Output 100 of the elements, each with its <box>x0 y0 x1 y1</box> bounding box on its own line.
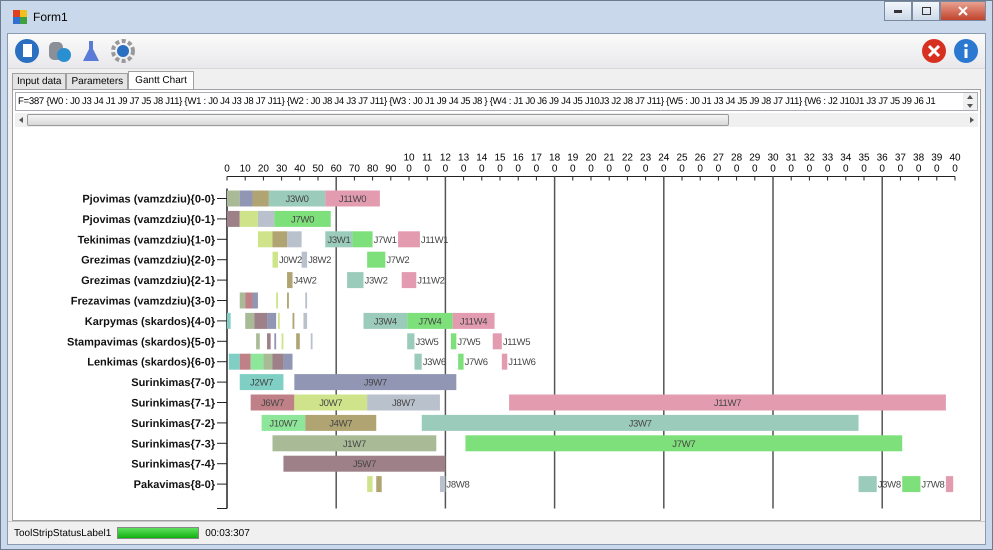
row-label: Pakavimas{8-0} <box>134 479 215 492</box>
maximize-button[interactable] <box>912 1 940 21</box>
task-label: J10W7 <box>269 418 298 430</box>
task-label: J11W0 <box>338 194 366 205</box>
row-label: Surinkimas{7-0} <box>131 377 215 390</box>
tick-label: 360 <box>876 152 889 174</box>
tick-label: 340 <box>839 152 852 174</box>
task-label: J3W4 <box>374 316 397 328</box>
task-label: J11W2 <box>417 276 445 287</box>
task-label: J11W7 <box>714 398 742 409</box>
task-label: J8W2 <box>308 255 332 266</box>
gear-icon[interactable] <box>110 38 136 64</box>
tick-label: 120 <box>438 152 452 174</box>
close-icon[interactable] <box>921 38 947 64</box>
tick-label: 170 <box>530 152 543 174</box>
task-label: J2W7 <box>250 378 274 389</box>
tick-label: 110 <box>420 152 434 174</box>
task-label: J4W7 <box>329 418 352 430</box>
horizontal-scrollbar[interactable] <box>15 113 978 127</box>
tick-label: 70 <box>348 164 361 174</box>
row-label: Karpymas (skardos){4-0} <box>84 316 215 328</box>
app-icon <box>13 10 27 24</box>
tick-label: 380 <box>912 152 926 174</box>
minimize-button[interactable] <box>884 1 912 21</box>
row-label: Frezavimas (vamzdziu){3-0} <box>70 296 215 308</box>
tick-label: 390 <box>930 152 944 174</box>
tick-label: 150 <box>494 152 506 174</box>
tick-label: 370 <box>894 152 907 174</box>
scroll-right-icon[interactable] <box>970 117 974 123</box>
row-label: Pjovimas (vamzdziu){0-0} <box>82 194 215 206</box>
task-label: J7W4 <box>418 316 442 328</box>
close-button[interactable] <box>940 1 986 21</box>
tick-label: 40 <box>293 164 306 174</box>
tab[interactable]: Parameters <box>66 73 128 89</box>
tick-label: 260 <box>694 152 707 174</box>
tick-label: 240 <box>657 152 670 174</box>
info-icon[interactable] <box>953 38 979 64</box>
task-label: J3W5 <box>415 336 439 348</box>
row-label: Grezimas (vamzdziu){2-1} <box>81 275 215 288</box>
scroll-up-icon[interactable] <box>967 95 973 100</box>
task-label: J7W0 <box>290 214 314 226</box>
tick-label: 160 <box>512 152 525 174</box>
scroll-left-icon[interactable] <box>19 117 23 123</box>
tick-label: 10 <box>238 164 252 174</box>
tick-label: 220 <box>620 152 634 174</box>
tick-label: 80 <box>366 164 380 174</box>
tick-label: 250 <box>676 152 688 174</box>
tick-label: 210 <box>602 152 616 174</box>
task-label: J7W8 <box>921 480 945 491</box>
close-icon <box>958 6 968 16</box>
window-title: Form1 <box>33 10 68 24</box>
row-label: Grezimas (vamzdziu){2-0} <box>81 254 215 267</box>
status-label: ToolStripStatusLabel1 <box>14 528 112 538</box>
minimize-icon <box>894 10 902 12</box>
scroll-down-icon[interactable] <box>967 104 973 108</box>
tick-label: 290 <box>748 152 762 174</box>
tick-label: 230 <box>639 152 652 174</box>
row-label: Pjovimas (vamzdziu){0-1} <box>82 214 215 226</box>
row-label: Surinkimas{7-2} <box>131 418 215 430</box>
task-label: J6W7 <box>260 398 284 409</box>
tick-label: 50 <box>312 164 324 174</box>
tick-label: 310 <box>784 152 798 174</box>
task-label: J7W6 <box>464 357 488 368</box>
row-label: Lenkimas (skardos){6-0} <box>87 356 215 369</box>
tick-label: 300 <box>766 152 780 174</box>
tick-label: 330 <box>821 152 834 174</box>
task-label: J5W7 <box>352 459 376 470</box>
task-label: J7W5 <box>457 336 480 348</box>
row-label: Stampavimas (skardos){5-0} <box>67 336 215 348</box>
task-label: J3W0 <box>286 194 309 205</box>
tick-label: 20 <box>256 164 270 174</box>
task-label: J7W1 <box>374 234 397 246</box>
tab[interactable]: Gantt Chart <box>128 71 194 89</box>
task-label: J7W7 <box>672 438 696 450</box>
tick-label: 270 <box>712 152 725 174</box>
tick-label: 200 <box>584 152 598 174</box>
tick-label: 190 <box>566 152 580 174</box>
tick-label: 100 <box>402 152 416 174</box>
task-label: J3W7 <box>628 418 652 430</box>
tick-label: 0 <box>223 164 231 174</box>
elapsed-time: 00:03:307 <box>205 528 250 538</box>
tick-label: 400 <box>948 152 962 174</box>
task-label: J8W7 <box>392 398 416 409</box>
task-label: J7W2 <box>386 255 410 266</box>
row-label: Tekinimas (vamzdziu){1-0} <box>78 234 215 246</box>
document-icon[interactable] <box>14 38 40 64</box>
row-label: Surinkimas{7-3} <box>131 438 215 450</box>
task-label: J11W5 <box>502 336 530 348</box>
row-label: Surinkimas{7-4} <box>131 458 215 471</box>
tab[interactable]: Input data <box>12 73 66 89</box>
task-label: J3W2 <box>364 276 388 287</box>
tick-label: 280 <box>730 152 744 174</box>
tick-label: 350 <box>858 152 870 174</box>
task-label: J11W6 <box>508 357 536 368</box>
task-label: J1W7 <box>342 438 366 450</box>
schedule-text-field[interactable]: F=387 {W0 : J0 J3 J4 J1 J9 J7 J5 J8 J11} {W1 : J0 J4 J3 J8 J7 J11} {W2 : J0 J8 J4 J3 J7 J11} {W3 : J0 J1 J9 J4 J5 J8 } {W4 : J1 J0 J6 J9 J4 J5 J10J3 J2 J8 J7 J11} {W5 : J0 J1 J3 J4 J5 J9 J8 J7 J11} {W6 : J2 J10J1 J3 J7 J5 J9 J6 J1 <box>15 92 978 111</box>
task-label: J0W7 <box>319 398 342 409</box>
task-label: J4W2 <box>294 276 317 287</box>
tick-label: 140 <box>475 152 488 174</box>
task-label: J0W2 <box>278 255 302 266</box>
